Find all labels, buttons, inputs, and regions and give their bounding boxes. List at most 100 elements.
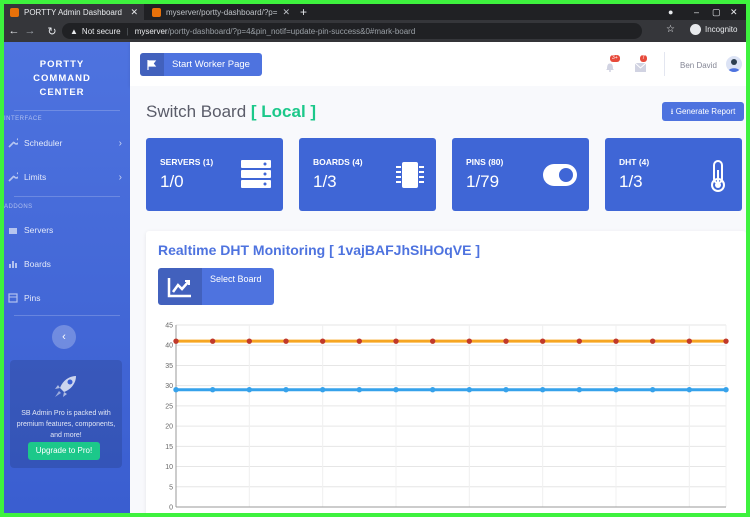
series-point-0 [576,338,583,344]
sidebar-item-scheduler[interactable]: Scheduler › [8,134,122,152]
series-point-0 [209,338,216,344]
sidebar-item-boards[interactable]: Boards [8,255,122,273]
alerts-button[interactable]: 3+ [605,55,620,77]
not-secure-label: Not secure [81,26,121,36]
series-point-0 [246,338,253,344]
y-tick-label: 20 [165,424,173,431]
card-label: DHT (4) [619,157,650,167]
pins-card[interactable]: PINS (80) 1/79 [452,138,589,211]
series-point-0 [723,338,729,344]
warning-icon: ▲ [70,26,78,36]
tab-title: PORTTY Admin Dashboard [24,7,122,17]
main-content: Switch Board [ Local ] ⭳ Generate Report… [130,86,746,513]
panel-title: Realtime DHT Monitoring [ 1vajBAFJhSlHOq… [158,242,481,258]
flag-icon [140,53,164,76]
incognito-icon [690,24,701,35]
minimize-icon[interactable]: – [694,4,699,20]
url-field[interactable]: ▲ Not secure | myserver /portty-dashboar… [62,23,642,39]
series-point-1 [649,387,656,393]
sidebar-item-label: Scheduler [24,138,63,148]
sidebar-toggle-button[interactable]: ‹ [52,325,76,349]
series-point-1 [576,387,583,393]
select-board-label: Select Board [210,274,262,284]
series-point-1 [319,387,326,393]
user-name[interactable]: Ben David [680,61,717,70]
series-point-1 [686,387,693,393]
dht-monitoring-panel: Realtime DHT Monitoring [ 1vajBAFJhSlHOq… [146,231,746,513]
avatar[interactable] [726,56,742,72]
tab-search-icon[interactable]: ● [668,4,673,20]
brand-line: CENTER [39,87,85,98]
series-point-1 [503,387,509,393]
incognito-indicator[interactable]: Incognito [690,24,737,35]
rocket-icon [55,376,76,397]
start-worker-page-button[interactable]: Start Worker Page [140,53,262,76]
dht-card[interactable]: DHT (4) 1/3 [605,138,742,211]
y-tick-label: 40 [165,343,173,350]
reload-icon[interactable]: ↻ [44,25,60,38]
select-board-button[interactable]: Select Board [158,268,274,305]
brand-line: COMMAND [33,73,91,84]
sidebar-item-limits[interactable]: Limits › [8,168,122,186]
card-value: 1/3 [619,172,643,191]
tab-active[interactable]: PORTTY Admin Dashboard ✕ [4,4,144,20]
sidebar-heading-interface: INTERFACE [4,116,43,122]
series-point-0 [429,338,436,344]
servers-card[interactable]: SERVERS (1) 1/0 [146,138,283,211]
topbar-divider [664,52,665,76]
sidebar-item-label: Limits [24,172,47,182]
series-point-1 [723,387,729,393]
sidebar-brand[interactable]: PORTTY COMMAND CENTER [4,58,120,100]
brand-line: PORTTY [39,59,85,70]
card-label: SERVERS (1) [160,157,214,167]
sidebar-item-pins[interactable]: Pins [8,289,122,307]
series-point-0 [173,338,179,344]
start-worker-label: Start Worker Page [172,59,250,70]
generate-report-button[interactable]: ⭳ Generate Report [662,102,744,121]
promo-text: SB Admin Pro is packed with premium feat… [16,410,116,439]
y-tick-label: 5 [169,484,173,491]
close-window-icon[interactable]: ✕ [730,4,738,20]
close-tab-icon[interactable]: ✕ [282,7,290,18]
messages-badge: 7 [640,55,647,62]
series-point-0 [539,338,546,344]
series-point-0 [503,338,509,344]
table-icon [8,293,18,303]
generate-report-label: Generate Report [675,107,736,116]
boards-card[interactable]: BOARDS (4) 1/3 [299,138,436,211]
line-chart-icon [158,268,202,305]
address-bar: ← → ↻ ▲ Not secure | myserver /portty-da… [4,20,746,42]
incognito-label: Incognito [705,25,738,34]
back-icon[interactable]: ← [6,25,22,37]
dht-line-chart: 05101520253035404524681012141617 [165,323,729,512]
url-path: /portty-dashboard/?p=4&pin_notif=update-… [167,26,416,36]
portty-favicon-icon [152,7,161,17]
envelope-icon [634,62,647,72]
sidebar-divider [14,315,120,316]
series-point-0 [466,338,473,344]
sidebar-item-label: Servers [24,225,54,235]
close-tab-icon[interactable]: ✕ [130,7,138,18]
chevron-right-icon: › [118,137,122,149]
messages-button[interactable]: 7 [634,55,647,77]
card-value: 1/0 [160,172,184,191]
card-label: PINS (80) [466,157,504,167]
forward-icon[interactable]: → [22,25,38,37]
series-point-1 [283,387,289,393]
bookmark-star-icon[interactable]: ☆ [666,24,675,35]
promo-card: SB Admin Pro is packed with premium feat… [10,360,122,468]
maximize-icon[interactable]: ▢ [712,4,721,20]
y-tick-label: 35 [165,363,173,370]
y-tick-label: 15 [165,444,173,451]
y-tick-label: 0 [169,505,173,512]
bell-icon [606,63,614,72]
chip-icon [396,162,424,188]
series-point-1 [429,387,436,393]
series-point-1 [356,387,363,393]
sidebar-item-servers[interactable]: Servers [8,221,122,239]
upgrade-button[interactable]: Upgrade to Pro! [28,442,100,460]
chevron-right-icon: › [118,171,122,183]
tab-inactive[interactable]: myserver/portty-dashboard/?p= ✕ [146,4,296,20]
new-tab-button[interactable]: + [300,4,307,20]
url-separator: | [126,26,129,36]
